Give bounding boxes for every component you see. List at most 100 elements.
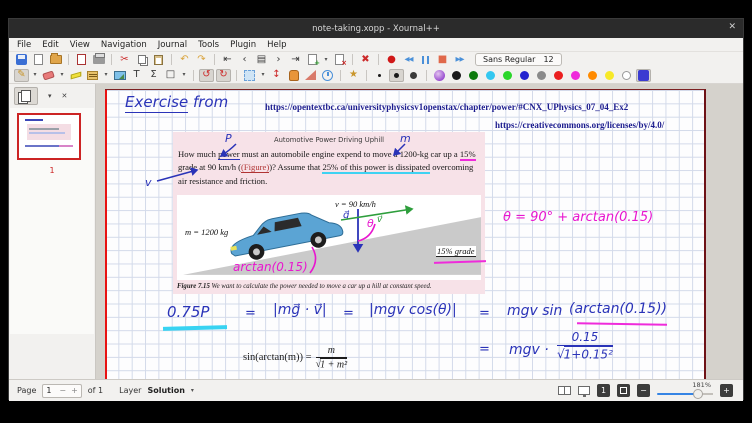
layer-dropdown-icon[interactable]: ▾ [191,387,194,394]
equals-sign: = [479,342,490,357]
layer-select[interactable]: Solution [147,386,184,395]
shape-recognizer-button[interactable]: ↺ [199,69,214,82]
redo-button[interactable]: ↷ [194,53,209,66]
new-page-dropdown[interactable]: ▾ [322,53,330,66]
copy-button[interactable] [134,53,149,66]
forward-button[interactable]: ▶▶ [452,53,467,66]
insert-image-button[interactable] [112,69,127,82]
record-button[interactable]: ● [384,53,399,66]
menu-plugin[interactable]: Plugin [230,40,256,50]
snap-rotation-button[interactable]: ↻ [216,69,231,82]
color-blue-button[interactable] [517,69,532,82]
pdf-text-select-button[interactable] [85,69,100,82]
sidebar-close-button[interactable]: ✕ [62,92,68,100]
zoom-100-button[interactable]: 1 [597,384,610,397]
page-count-label: of 1 [88,386,103,395]
delete-page-button[interactable]: × [332,53,347,66]
presentation-mode-button[interactable] [578,386,590,395]
font-button[interactable]: Sans Regular 12 [475,53,562,66]
page-decrement-button[interactable]: − [59,386,66,395]
hand-tool-button[interactable] [286,69,301,82]
menu-navigation[interactable]: Navigation [101,40,147,50]
color-gray-button[interactable] [534,69,549,82]
figure-caption: Figure 7.15 We want to calculate the pow… [177,283,432,290]
setsquare-button[interactable] [303,69,318,82]
export-pdf-button[interactable] [74,53,89,66]
tex-tool-button[interactable]: Σ [146,69,161,82]
color-picker-button[interactable] [432,69,447,82]
color-yellow-button[interactable] [602,69,617,82]
size-fine-button[interactable] [372,69,387,82]
zoom-in-button[interactable]: + [720,384,733,397]
previous-page-button[interactable]: ‹ [237,53,252,66]
pause-button[interactable] [418,53,433,66]
color-green-button[interactable] [500,69,515,82]
menu-journal[interactable]: Journal [158,40,187,50]
titlebar[interactable]: note-taking.xopp - Xournal++ ✕ [9,19,743,38]
color-black-button[interactable] [449,69,464,82]
page-increment-button[interactable]: + [71,386,78,395]
print-button[interactable] [91,53,106,66]
current-color-indicator[interactable] [636,69,651,82]
pdf-text-select-dropdown[interactable]: ▾ [102,69,110,82]
size-medium-button[interactable] [389,69,404,82]
menu-edit[interactable]: Edit [42,40,58,50]
size-thick-button[interactable] [406,69,421,82]
pen-dropdown[interactable]: ▾ [31,69,39,82]
save-button[interactable] [14,53,29,66]
zoom-slider-track[interactable] [657,393,713,395]
color-red-button[interactable] [551,69,566,82]
zoom-fit-button[interactable] [617,384,630,397]
document-page[interactable]: Exercise from https://opentextbc.ca/univ… [105,89,706,379]
page-number-input[interactable]: 1 − + [42,384,81,398]
zoom-slider[interactable]: 181% [657,380,713,401]
window-close-button[interactable]: ✕ [728,22,736,32]
menu-file[interactable]: File [17,40,31,50]
pen-button[interactable]: ✎ [14,69,29,82]
next-page-button[interactable]: › [271,53,286,66]
open-button[interactable] [48,53,63,66]
new-page-button[interactable]: + [305,53,320,66]
rewind-button[interactable]: ◀◀ [401,53,416,66]
page-thumbnail[interactable] [17,113,81,160]
text-tool-button[interactable]: T [129,69,144,82]
paste-button[interactable] [151,53,166,66]
menu-help[interactable]: Help [267,40,286,50]
figure-link[interactable]: (Figure) [241,162,269,173]
eraser-button[interactable] [41,69,56,82]
eraser-dropdown[interactable]: ▾ [58,69,66,82]
shape-dropdown[interactable]: ▾ [180,69,188,82]
last-page-button[interactable]: ⇥ [288,53,303,66]
compass-button[interactable] [320,69,335,82]
stop-button[interactable]: ■ [435,53,450,66]
paragraph-text: must an automobile engine expend to move… [240,149,460,159]
fullscreen-button[interactable]: ✖ [358,53,373,66]
zoom-slider-handle[interactable] [693,389,703,399]
color-light-blue-button[interactable] [483,69,498,82]
solution-term-arctan: (arctan(0.15)) [569,301,667,317]
pdf-text-select-icon [87,71,98,80]
menu-view[interactable]: View [70,40,90,50]
dual-page-view-button[interactable] [558,386,571,395]
rect-select-button[interactable] [242,69,257,82]
cut-button[interactable]: ✂ [117,53,132,66]
color-white-button[interactable] [619,69,634,82]
color-dark-green-button[interactable] [466,69,481,82]
menu-tools[interactable]: Tools [198,40,219,50]
sidebar-collapse-button[interactable]: ▾ [48,92,52,100]
goto-page-button[interactable]: ▤ [254,53,269,66]
color-orange-button[interactable] [585,69,600,82]
new-document-button[interactable] [31,53,46,66]
undo-button[interactable]: ↶ [177,53,192,66]
page-preview-tab[interactable] [14,87,38,105]
shape-tool-button[interactable]: □ [163,69,178,82]
typeset-fraction: m √1 + m² [316,345,347,370]
canvas-area[interactable]: Exercise from https://opentextbc.ca/univ… [96,84,743,379]
highlighter-button[interactable] [68,69,83,82]
select-dropdown[interactable]: ▾ [259,69,267,82]
color-magenta-button[interactable] [568,69,583,82]
default-tool-button[interactable]: ★ [346,69,361,82]
vertical-space-button[interactable]: ↕ [269,69,284,82]
zoom-out-button[interactable]: − [637,384,650,397]
first-page-button[interactable]: ⇤ [220,53,235,66]
